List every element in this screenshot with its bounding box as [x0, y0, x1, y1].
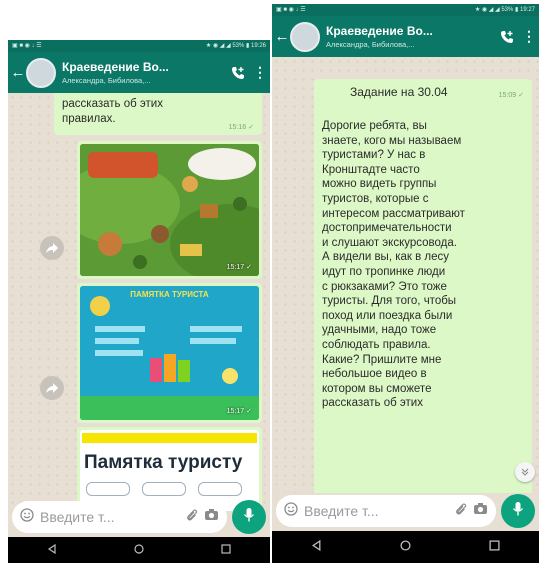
- illustration-image[interactable]: [80, 144, 259, 276]
- forward-icon[interactable]: [40, 376, 64, 400]
- mic-button[interactable]: [501, 494, 535, 528]
- chat-title-area[interactable]: Краеведение Во... Александра, Бибилова,.…: [326, 24, 495, 49]
- double-check-icon: ✓: [246, 264, 252, 271]
- mic-icon: [243, 507, 255, 528]
- message-time: 15:16 ✓: [228, 124, 254, 131]
- chat-area[interactable]: Задание на 30.04 15:09 ✓ Дорогие ребята,…: [272, 57, 539, 493]
- message-bubble[interactable]: Задание на 30.04 15:09 ✓ Дорогие ребята,…: [314, 79, 532, 493]
- camera-icon[interactable]: [204, 508, 219, 526]
- nav-back-icon[interactable]: [47, 541, 57, 559]
- double-check-icon: ✓: [246, 408, 252, 415]
- system-nav-bar: [272, 531, 539, 563]
- message-text: рассказать об этих правилах.: [62, 98, 163, 125]
- status-right: ★ ◉ ◢ ◢ 53% ▮ 19:27: [474, 7, 535, 13]
- message-time: 15:09 ✓: [498, 92, 524, 99]
- status-left: ▣ ■ ◉ ↓ ☰: [276, 7, 306, 13]
- nav-recents-icon[interactable]: [221, 541, 231, 559]
- chat-title: Краеведение Во...: [326, 24, 433, 38]
- compose-bar: Введите т...: [272, 491, 539, 531]
- compose-bar: Введите т...: [8, 497, 270, 537]
- camera-icon[interactable]: [473, 502, 488, 520]
- system-nav-bar: [8, 537, 270, 563]
- avatar[interactable]: [290, 21, 320, 52]
- status-left: ▣ ■ ◉ ↓ ☰: [12, 43, 42, 49]
- mic-button[interactable]: [232, 500, 266, 534]
- nav-recents-icon[interactable]: [489, 538, 500, 556]
- forward-icon[interactable]: [40, 236, 64, 260]
- message-time: 15:17 ✓: [226, 408, 252, 415]
- message-input-placeholder: Введите т...: [40, 509, 115, 525]
- chat-title: Краеведение Во...: [62, 60, 169, 74]
- chat-header: ← Краеведение Во... Александра, Бибилова…: [8, 52, 270, 93]
- chat-subtitle: Александра, Бибилова,...: [326, 40, 415, 49]
- scroll-down-icon: [521, 463, 529, 481]
- menu-dots-icon[interactable]: ⋮: [250, 52, 270, 93]
- memo-yellow-stripe: [82, 433, 257, 443]
- attach-icon[interactable]: [455, 502, 467, 521]
- nav-home-icon[interactable]: [134, 541, 144, 559]
- status-right: ★ ◉ ◢ ◢ 53% ▮ 19:26: [205, 43, 266, 49]
- chat-area[interactable]: рассказать об этих правилах. 15:16 ✓ 15:…: [8, 93, 270, 511]
- right-phone-screen: ▣ ■ ◉ ↓ ☰ ★ ◉ ◢ ◢ 53% ▮ 19:27 ← Краеведе…: [272, 4, 539, 563]
- emoji-icon[interactable]: [20, 507, 34, 527]
- message-bubble-partial[interactable]: рассказать об этих правилах. 15:16 ✓: [54, 93, 262, 135]
- chat-title-area[interactable]: Краеведение Во... Александра, Бибилова,.…: [62, 60, 226, 85]
- message-input[interactable]: Введите т...: [276, 495, 496, 527]
- chat-subtitle: Александра, Бибилова,...: [62, 76, 151, 85]
- poster-image[interactable]: ПАМЯТКА ТУРИСТА: [80, 286, 259, 420]
- status-bar: ▣ ■ ◉ ↓ ☰ ★ ◉ ◢ ◢ 53% ▮ 19:27: [272, 4, 539, 16]
- back-arrow-icon[interactable]: ←: [10, 52, 26, 93]
- back-arrow-icon[interactable]: ←: [274, 16, 290, 57]
- message-input[interactable]: Введите т...: [12, 501, 227, 533]
- task-title: Задание на 30.04: [350, 85, 448, 99]
- status-bar: ▣ ■ ◉ ↓ ☰ ★ ◉ ◢ ◢ 53% ▮ 19:26: [8, 40, 270, 52]
- scroll-down-button[interactable]: [515, 462, 535, 482]
- message-input-placeholder: Введите т...: [304, 503, 379, 519]
- left-phone-screen: ▣ ■ ◉ ↓ ☰ ★ ◉ ◢ ◢ 53% ▮ 19:26 ← Краеведе…: [8, 40, 270, 563]
- memo-heading: Памятка туристу: [84, 452, 243, 473]
- menu-dots-icon[interactable]: ⋮: [519, 16, 539, 57]
- emoji-icon[interactable]: [284, 501, 298, 521]
- mic-icon: [512, 501, 524, 522]
- message-time: 15:17 ✓: [226, 264, 252, 271]
- poster-banner: ПАМЯТКА ТУРИСТА: [130, 290, 209, 299]
- image-message-2[interactable]: ПАМЯТКА ТУРИСТА 15:17 ✓: [77, 283, 262, 423]
- nav-back-icon[interactable]: [311, 538, 322, 556]
- chat-header: ← Краеведение Во... Александра, Бибилова…: [272, 16, 539, 57]
- nav-home-icon[interactable]: [400, 538, 411, 556]
- add-call-icon[interactable]: [495, 16, 519, 57]
- add-call-icon[interactable]: [226, 52, 250, 93]
- attach-icon[interactable]: [186, 508, 198, 527]
- image-message-1[interactable]: 15:17 ✓: [77, 141, 262, 279]
- double-check-icon: ✓: [248, 124, 254, 131]
- avatar[interactable]: [26, 57, 56, 88]
- message-text: Дорогие ребята, вы знаете, кого мы назыв…: [322, 120, 465, 410]
- double-check-icon: ✓: [518, 92, 524, 99]
